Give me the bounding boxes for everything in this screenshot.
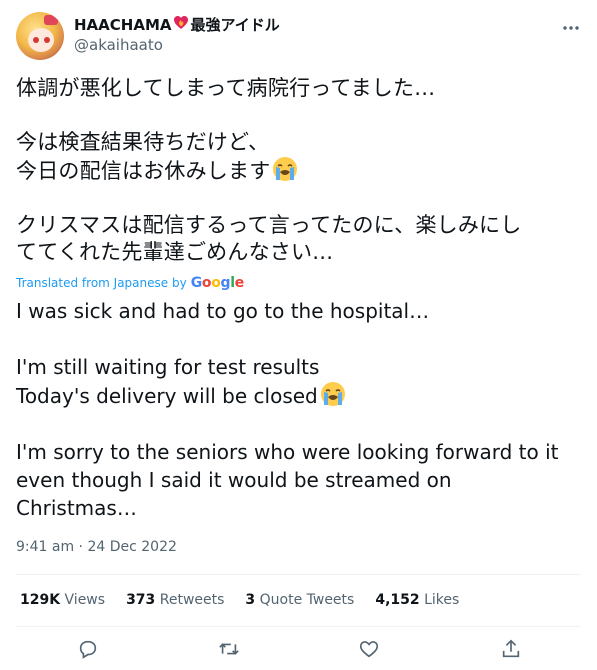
- loudly-crying-face-icon: [272, 156, 298, 182]
- loudly-crying-face-icon: [320, 381, 346, 407]
- retweet-icon[interactable]: [218, 638, 240, 660]
- retweets-label: Retweets: [159, 592, 225, 608]
- tweet-text: 体調が悪化してしまって病院行ってました… 今は検査結果待ちだけど、 今日の配信は…: [16, 75, 581, 266]
- heart-on-fire-icon: [173, 14, 189, 35]
- avatar-eye: [33, 37, 39, 43]
- tweet-stats: 129K Views 373 Retweets 3 Quote Tweets 4…: [20, 592, 459, 608]
- translated-label: Translated from Japanese by: [16, 276, 187, 290]
- views-count: 129K: [20, 592, 61, 608]
- quote-tweets-count: 3: [245, 592, 256, 608]
- more-options-icon[interactable]: [561, 18, 581, 38]
- avatar-bow: [44, 15, 58, 25]
- translation-paragraph: I'm sorry to the seniors who were lookin…: [16, 440, 559, 520]
- share-icon[interactable]: [500, 638, 522, 660]
- tweet-paragraph: 体調が悪化してしまって病院行ってました…: [16, 76, 436, 100]
- display-name[interactable]: HAACHAMA 最強アイドル: [74, 14, 280, 35]
- display-name-suffix: 最強アイドル: [190, 15, 280, 34]
- views-label: Views: [64, 592, 106, 608]
- translation-paragraph: I'm still waiting for test results Today…: [16, 353, 586, 410]
- google-logo: Google: [190, 275, 245, 291]
- likes-count: 4,152: [375, 592, 420, 608]
- timestamp[interactable]: 9:41 am · 24 Dec 2022: [16, 539, 177, 555]
- display-name-text: HAACHAMA: [74, 15, 172, 34]
- tweet-header: HAACHAMA 最強アイドル @akaihaato: [16, 12, 581, 60]
- retweets-count: 373: [126, 592, 156, 608]
- translation-paragraph: I was sick and had to go to the hospital…: [16, 299, 430, 323]
- action-bar: [0, 638, 597, 662]
- avatar-face: [28, 28, 54, 52]
- translation-paragraph-text: I'm still waiting for test results Today…: [16, 355, 320, 408]
- author-names: HAACHAMA 最強アイドル @akaihaato: [74, 14, 280, 55]
- divider: [16, 626, 581, 627]
- translated-text: I was sick and had to go to the hospital…: [16, 297, 586, 522]
- tweet-paragraph-text: 今は検査結果待ちだけど、 今日の配信はお休みします: [16, 130, 271, 183]
- translation-attribution[interactable]: Translated from Japanese by Google: [16, 275, 244, 291]
- quote-tweets-label: Quote Tweets: [259, 592, 355, 608]
- handle[interactable]: @akaihaato: [74, 35, 280, 55]
- tweet-paragraph: 今は検査結果待ちだけど、 今日の配信はお休みします: [16, 129, 581, 185]
- avatar[interactable]: [16, 12, 64, 60]
- retweets-stat[interactable]: 373 Retweets: [126, 592, 224, 608]
- likes-label: Likes: [424, 592, 460, 608]
- quote-tweets-stat[interactable]: 3 Quote Tweets: [245, 592, 354, 608]
- reply-icon[interactable]: [77, 638, 99, 660]
- likes-stat[interactable]: 4,152 Likes: [375, 592, 459, 608]
- avatar-eye: [44, 37, 50, 43]
- divider: [16, 574, 581, 575]
- tweet-paragraph: クリスマスは配信するって言ってたのに、楽しみにし ててくれた先輩達ごめんなさい…: [16, 213, 522, 264]
- like-icon[interactable]: [358, 638, 380, 660]
- views-stat: 129K Views: [20, 592, 105, 608]
